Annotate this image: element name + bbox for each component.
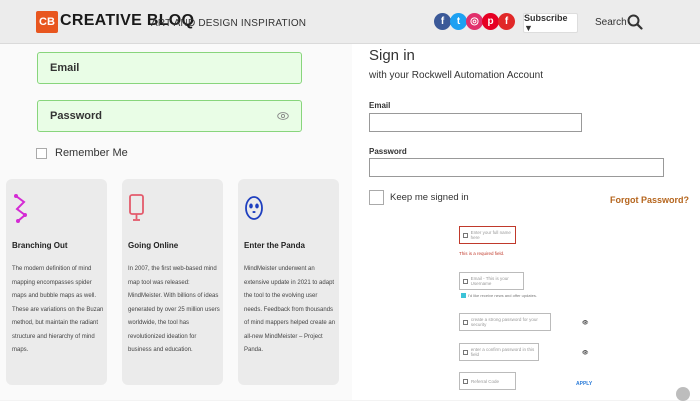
pinterest-glyph: p [487,16,494,27]
lock-icon [463,349,468,355]
password-field[interactable]: Password [37,100,302,132]
required-error: This is a required field. [459,251,505,256]
show-password-icon[interactable] [277,111,289,121]
instagram-glyph: ◎ [470,16,479,27]
email-label: Email [369,101,391,110]
keep-signed-in-checkbox[interactable] [369,190,384,205]
remember-me[interactable]: Remember Me [36,147,128,159]
tablet-icon [129,194,144,221]
email-input[interactable] [369,113,582,132]
card-body: The modern definition of mind mapping en… [12,266,104,353]
scroll-indicator[interactable] [676,387,690,401]
twitter-icon[interactable]: t [450,13,467,30]
show-password-icon[interactable]: 👁 [582,320,588,326]
offers-label: I'd like receive news and offer updates. [468,293,537,298]
lock-icon [463,319,468,325]
feature-card: Branching Out The modern definition of m… [6,179,107,385]
card-title: Going Online [128,241,179,250]
referral-code-input[interactable]: Referral Code [459,372,516,390]
panda-icon [245,196,263,220]
password-label: Password [50,110,102,122]
email-icon [463,278,468,284]
remember-me-checkbox[interactable] [36,147,47,159]
facebook-glyph: f [440,16,445,27]
show-confirm-password-icon[interactable]: 👁 [582,350,588,356]
pinterest-icon[interactable]: p [482,13,499,30]
signin-title: Sign in [369,47,415,64]
confirm-password-input[interactable]: enter a confirm password in this field [459,343,539,361]
subscribe-button[interactable]: Subscribe ▼ [523,13,578,33]
site-header: CB CREATIVE BLOQ ART AND DESIGN INSPIRAT… [0,0,700,44]
card-title: Branching Out [12,241,68,250]
signup-password-input[interactable]: create a strong password for your securi… [459,313,551,331]
forgot-password-link[interactable]: Forgot Password? [610,195,689,205]
flipboard-icon[interactable]: f [498,13,515,30]
logo-mark[interactable]: CB [36,11,58,33]
gift-icon [463,378,468,384]
offers-checkbox[interactable] [461,293,466,298]
email-label: Email [50,62,80,74]
email-field[interactable]: Email [37,52,302,84]
feature-card: Enter the Panda MindMeister underwent an… [238,179,339,385]
keep-signed-in-label: Keep me signed in [390,192,469,203]
flipboard-glyph: f [504,16,509,27]
fullname-placeholder: Enter your full name here [470,230,511,240]
fullname-input[interactable]: Enter your full name here [459,226,516,244]
card-title: Enter the Panda [244,241,305,250]
site-tagline: ART AND DESIGN INSPIRATION [151,18,307,29]
card-body: In 2007, the first web-based mind map to… [128,266,220,353]
signup-email-input[interactable]: Email - This is your Username [459,272,524,290]
card-body: MindMeister underwent an extensive updat… [244,266,336,353]
password-input[interactable] [369,158,664,177]
feature-card: Going Online In 2007, the first web-base… [122,179,223,385]
remember-me-label: Remember Me [55,147,128,159]
confirm-password-placeholder: enter a confirm password in this field [470,347,535,357]
apply-button[interactable]: APPLY [576,381,592,387]
signup-password-placeholder: create a strong password for your securi… [470,317,538,327]
signup-email-placeholder: Email - This is your Username [470,276,509,286]
signin-subtitle: with your Rockwell Automation Account [369,70,543,81]
twitter-glyph: t [456,16,461,27]
user-icon [463,232,468,238]
search-icon[interactable] [627,14,643,30]
password-label: Password [369,147,407,156]
keep-signed-in[interactable]: Keep me signed in [369,190,469,205]
branching-icon [14,194,27,223]
search-label[interactable]: Search [595,17,627,28]
referral-placeholder: Referral Code [471,378,500,384]
instagram-icon[interactable]: ◎ [466,13,483,30]
facebook-icon[interactable]: f [434,13,451,30]
